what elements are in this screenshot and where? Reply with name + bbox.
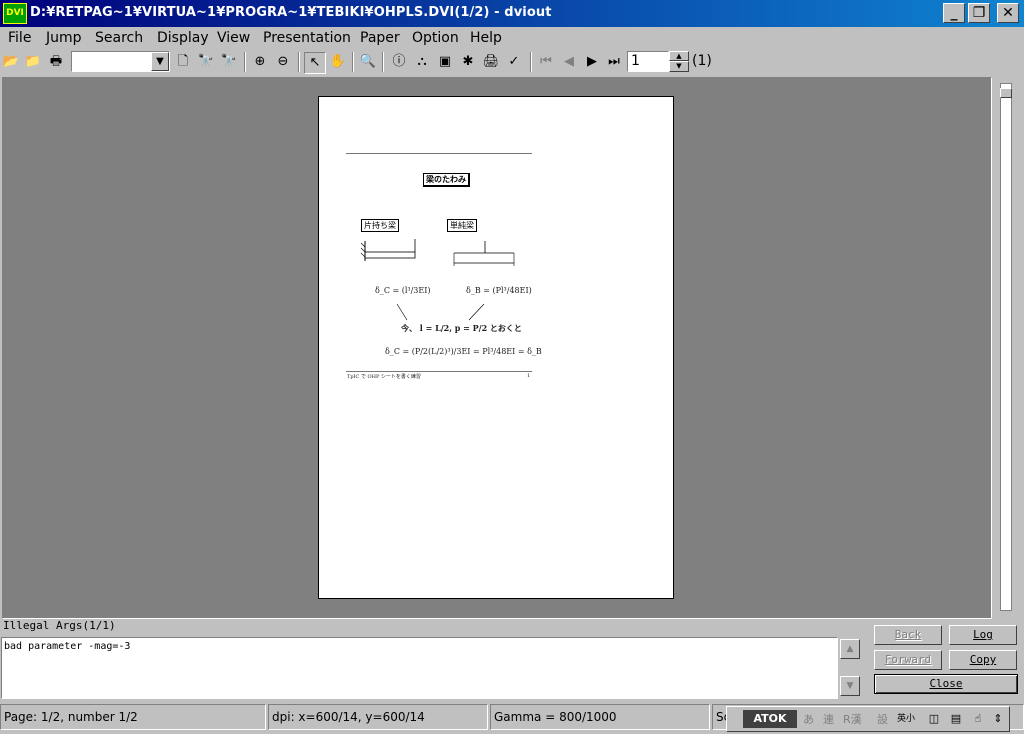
select-pointer-icon[interactable]: ↖	[304, 52, 326, 74]
menu-presentation[interactable]: Presentation	[263, 30, 351, 46]
equation-left: δ_C = (l³/3EI)	[375, 286, 431, 295]
last-page-icon[interactable]: ⏭	[604, 52, 624, 72]
printer-icon[interactable]: 🖨	[481, 52, 501, 72]
copy-button[interactable]: Copy	[949, 650, 1017, 670]
toolbar-separator	[530, 52, 532, 72]
file-combo[interactable]: ▼	[71, 51, 170, 72]
scroll-track[interactable]	[1000, 83, 1012, 611]
maximize-button[interactable]: ❐	[968, 3, 990, 23]
toolbar-separator	[382, 52, 384, 72]
viewport-scrollbar[interactable]	[992, 77, 1020, 617]
copy-button-label: Copy	[969, 653, 997, 666]
page-total: (1)	[692, 53, 712, 69]
ime-roman-kanji[interactable]: R漢	[843, 711, 862, 727]
back-button[interactable]: Back	[874, 625, 942, 645]
toolbar-separator	[244, 52, 246, 72]
menu-display[interactable]: Display	[157, 30, 209, 46]
loupe-icon[interactable]: 🔍	[358, 52, 378, 72]
page-number-input[interactable]: 1	[627, 51, 669, 72]
log-button[interactable]: Log	[949, 625, 1017, 645]
close-button-label: Close	[929, 677, 963, 690]
spin-down-icon[interactable]: ▼	[669, 61, 689, 72]
find-icon[interactable]: 🔭	[196, 52, 216, 72]
zoom-out-icon[interactable]: ⊖	[273, 52, 293, 72]
footer-left: TpIC で OHP シートを書く練習	[347, 374, 421, 380]
forward-button[interactable]: Forward	[874, 650, 942, 670]
close-button[interactable]: Close	[874, 674, 1018, 694]
reopen-icon[interactable]: 📁	[23, 52, 43, 72]
header-rule	[346, 153, 532, 154]
log-text: bad parameter -mag=-3	[4, 641, 131, 652]
menu-option[interactable]: Option	[412, 30, 459, 46]
settings-icon[interactable]: ✱	[458, 52, 478, 72]
app-icon[interactable]: DVI	[3, 3, 27, 24]
status-gamma: Gamma = 800/1000	[490, 704, 710, 730]
check-icon[interactable]: ✓	[504, 52, 524, 72]
log-scrollbar[interactable]: ▲ ▼	[838, 637, 862, 699]
log-button-label: Log	[973, 628, 993, 641]
title-bar[interactable]: DVI D:¥RETPAG~1¥VIRTUA~1¥PROGRA~1¥TEBIKI…	[0, 0, 1024, 27]
menu-file[interactable]: File	[8, 30, 31, 46]
footer-rule	[346, 371, 532, 372]
next-page-icon[interactable]: ▶	[582, 52, 602, 72]
log-textarea[interactable]: bad parameter -mag=-3	[1, 637, 838, 699]
menu-paper[interactable]: Paper	[360, 30, 400, 46]
log-label: Illegal Args(1/1)	[3, 619, 116, 632]
notepad-icon[interactable]: ▤	[947, 710, 965, 728]
find-next-icon[interactable]: 🔭	[219, 52, 239, 72]
toolbar-separator	[298, 52, 300, 72]
doc-title-box: 梁のたわみ	[423, 173, 470, 187]
ime-hiragana[interactable]: あ	[803, 711, 814, 727]
print-icon[interactable]: 🖶	[46, 52, 66, 72]
ime-menu-icon[interactable]: ⇕	[989, 710, 1007, 728]
equation-bottom: δ_C = (P/2(L/2)³)/3EI = Pl³/48EI = δ_B	[385, 347, 542, 356]
first-page-icon[interactable]: ⏮	[536, 52, 556, 72]
window-title: D:¥RETPAG~1¥VIRTUA~1¥PROGRA~1¥TEBIKI¥OHP…	[30, 5, 552, 20]
substitution-text: 今、 l = L/2, p = P/2 とおくと	[401, 323, 522, 333]
preview-icon[interactable]: 🗋	[173, 52, 193, 72]
scroll-up-icon[interactable]: ▲	[840, 639, 860, 659]
minimize-button[interactable]: _	[943, 3, 965, 23]
open-icon[interactable]: 📂	[1, 52, 21, 72]
scroll-thumb[interactable]	[1000, 88, 1012, 98]
footer-page-number: 1	[527, 373, 531, 379]
close-window-button[interactable]: ✕	[997, 3, 1019, 23]
hand-icon[interactable]: ✋	[328, 52, 348, 72]
ime-eisho[interactable]: 英小	[897, 711, 915, 724]
left-beam-label: 片持ち梁	[361, 219, 399, 232]
arrows	[396, 303, 485, 321]
toolbar-separator	[352, 52, 354, 72]
scroll-down-icon[interactable]: ▼	[840, 676, 860, 696]
menu-help[interactable]: Help	[470, 30, 502, 46]
menu-bar: File Jump Search Display View Presentati…	[0, 27, 1024, 49]
menu-search[interactable]: Search	[95, 30, 143, 46]
back-button-label: Back	[894, 628, 922, 641]
ime-atok[interactable]: ATOK	[743, 710, 797, 728]
ime-settings[interactable]: 設	[877, 711, 888, 727]
beam-diagrams	[360, 239, 515, 266]
speaker-icon[interactable]: ◫	[925, 710, 943, 728]
toolbar: 📂 📁 🖶 ▼ 🗋 🔭 🔭 ⊕ ⊖ ↖ ✋ 🔍 ⓘ ⛬ ▣ ✱ 🖨 ✓ ⏮ ◀ …	[0, 49, 1024, 75]
hand-pointer-icon[interactable]: ☝	[969, 710, 987, 728]
page-spinner[interactable]: ▲ ▼	[669, 51, 689, 72]
status-dpi: dpi: x=600/14, y=600/14	[268, 704, 488, 730]
ime-toolbar[interactable]: ATOK あ 連 R漢 設 英小 ◫ ▤ ☝ ⇕	[726, 706, 1010, 732]
menu-view[interactable]: View	[217, 30, 250, 46]
forward-button-label: Forward	[884, 653, 932, 666]
info-icon[interactable]: ⓘ	[389, 52, 409, 72]
right-beam-label: 単純梁	[447, 219, 477, 232]
ime-renbun[interactable]: 連	[823, 711, 834, 727]
status-page: Page: 1/2, number 1/2	[0, 704, 266, 730]
fonts-icon[interactable]: ⛬	[412, 52, 432, 72]
frame-icon[interactable]: ▣	[435, 52, 455, 72]
equation-right: δ_B = (Pl³/48EI)	[466, 286, 532, 295]
zoom-in-icon[interactable]: ⊕	[250, 52, 270, 72]
previous-page-icon[interactable]: ◀	[559, 52, 579, 72]
chevron-down-icon[interactable]: ▼	[151, 52, 169, 71]
menu-jump[interactable]: Jump	[46, 30, 82, 46]
spin-up-icon[interactable]: ▲	[669, 51, 689, 61]
document-page[interactable]: 梁のたわみ 片持ち梁 単純梁 δ_C = (l³/3EI) δ_B = (Pl³…	[318, 96, 674, 599]
